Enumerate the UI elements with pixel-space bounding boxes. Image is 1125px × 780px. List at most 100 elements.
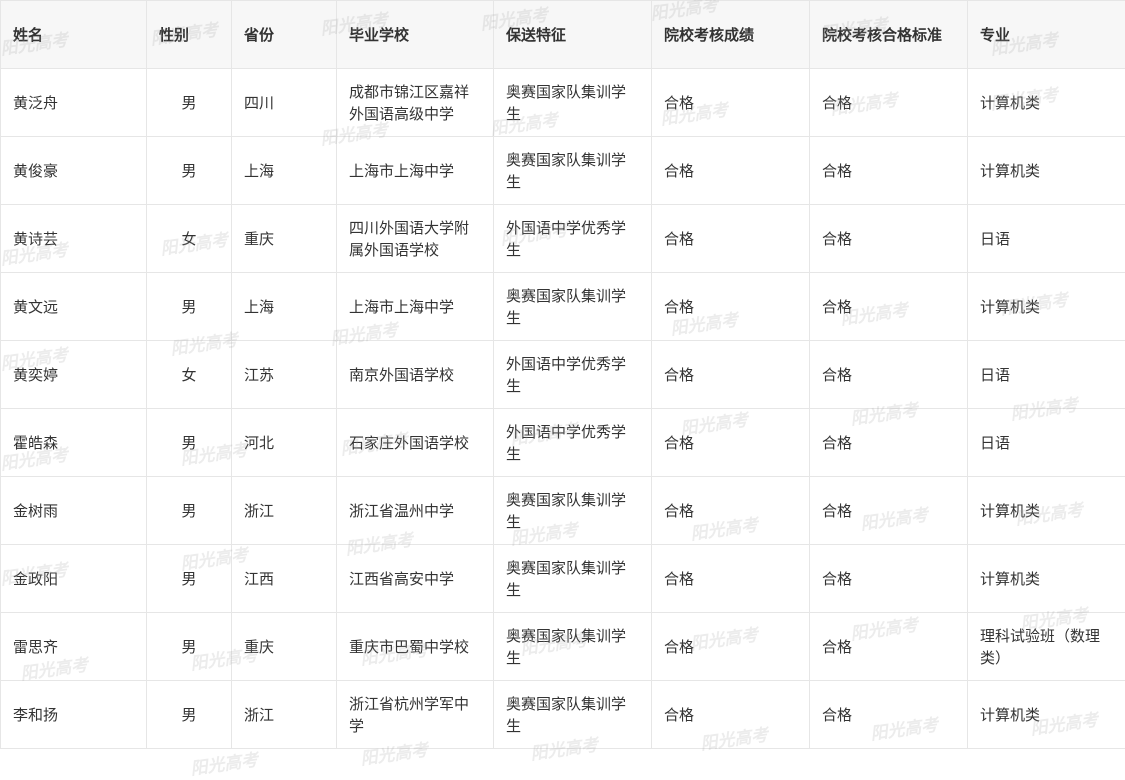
cell-province: 浙江 xyxy=(232,477,337,545)
watermark-text: 阳光高考 xyxy=(189,745,260,779)
cell-feature: 外国语中学优秀学生 xyxy=(494,341,652,409)
cell-feature: 奥赛国家队集训学生 xyxy=(494,69,652,137)
cell-feature: 奥赛国家队集训学生 xyxy=(494,477,652,545)
cell-standard: 合格 xyxy=(810,205,968,273)
cell-major: 日语 xyxy=(968,409,1125,477)
cell-feature: 外国语中学优秀学生 xyxy=(494,205,652,273)
column-header-school: 毕业学校 xyxy=(337,1,494,69)
cell-standard: 合格 xyxy=(810,137,968,205)
cell-standard: 合格 xyxy=(810,681,968,749)
cell-name: 黄奕婷 xyxy=(1,341,147,409)
column-header-gender: 性别 xyxy=(147,1,232,69)
table-row: 黄俊豪男上海上海市上海中学奥赛国家队集训学生合格合格计算机类 xyxy=(1,137,1125,205)
cell-name: 雷思齐 xyxy=(1,613,147,681)
cell-feature: 奥赛国家队集训学生 xyxy=(494,137,652,205)
table-body: 黄泛舟男四川成都市锦江区嘉祥外国语高级中学奥赛国家队集训学生合格合格计算机类黄俊… xyxy=(1,69,1125,749)
cell-gender: 男 xyxy=(147,273,232,341)
cell-province: 江西 xyxy=(232,545,337,613)
table-row: 金树雨男浙江浙江省温州中学奥赛国家队集训学生合格合格计算机类 xyxy=(1,477,1125,545)
cell-major: 日语 xyxy=(968,205,1125,273)
cell-score: 合格 xyxy=(652,273,810,341)
cell-school: 成都市锦江区嘉祥外国语高级中学 xyxy=(337,69,494,137)
cell-gender: 男 xyxy=(147,409,232,477)
cell-name: 李和扬 xyxy=(1,681,147,749)
table-row: 李和扬男浙江浙江省杭州学军中学奥赛国家队集训学生合格合格计算机类 xyxy=(1,681,1125,749)
cell-province: 四川 xyxy=(232,69,337,137)
cell-score: 合格 xyxy=(652,545,810,613)
cell-gender: 女 xyxy=(147,341,232,409)
cell-school: 江西省高安中学 xyxy=(337,545,494,613)
cell-feature: 奥赛国家队集训学生 xyxy=(494,545,652,613)
cell-feature: 奥赛国家队集训学生 xyxy=(494,681,652,749)
cell-major: 计算机类 xyxy=(968,545,1125,613)
cell-gender: 男 xyxy=(147,477,232,545)
column-header-feature: 保送特征 xyxy=(494,1,652,69)
cell-province: 上海 xyxy=(232,137,337,205)
cell-major: 计算机类 xyxy=(968,681,1125,749)
column-header-score: 院校考核成绩 xyxy=(652,1,810,69)
column-header-name: 姓名 xyxy=(1,1,147,69)
cell-score: 合格 xyxy=(652,409,810,477)
cell-gender: 女 xyxy=(147,205,232,273)
column-header-major: 专业 xyxy=(968,1,1125,69)
cell-standard: 合格 xyxy=(810,545,968,613)
cell-standard: 合格 xyxy=(810,69,968,137)
cell-standard: 合格 xyxy=(810,273,968,341)
cell-gender: 男 xyxy=(147,613,232,681)
table-row: 雷思齐男重庆重庆市巴蜀中学校奥赛国家队集训学生合格合格理科试验班（数理类） xyxy=(1,613,1125,681)
admissions-table: 姓名性别省份毕业学校保送特征院校考核成绩院校考核合格标准专业 黄泛舟男四川成都市… xyxy=(0,0,1125,749)
table-row: 黄泛舟男四川成都市锦江区嘉祥外国语高级中学奥赛国家队集训学生合格合格计算机类 xyxy=(1,69,1125,137)
cell-name: 黄泛舟 xyxy=(1,69,147,137)
cell-major: 理科试验班（数理类） xyxy=(968,613,1125,681)
cell-feature: 奥赛国家队集训学生 xyxy=(494,613,652,681)
cell-standard: 合格 xyxy=(810,477,968,545)
cell-standard: 合格 xyxy=(810,613,968,681)
cell-standard: 合格 xyxy=(810,341,968,409)
cell-province: 江苏 xyxy=(232,341,337,409)
cell-major: 日语 xyxy=(968,341,1125,409)
cell-school: 石家庄外国语学校 xyxy=(337,409,494,477)
cell-gender: 男 xyxy=(147,69,232,137)
cell-standard: 合格 xyxy=(810,409,968,477)
column-header-province: 省份 xyxy=(232,1,337,69)
column-header-standard: 院校考核合格标准 xyxy=(810,1,968,69)
cell-score: 合格 xyxy=(652,137,810,205)
cell-feature: 奥赛国家队集训学生 xyxy=(494,273,652,341)
cell-name: 黄诗芸 xyxy=(1,205,147,273)
cell-gender: 男 xyxy=(147,681,232,749)
cell-province: 重庆 xyxy=(232,205,337,273)
cell-school: 四川外国语大学附属外国语学校 xyxy=(337,205,494,273)
cell-school: 重庆市巴蜀中学校 xyxy=(337,613,494,681)
cell-province: 重庆 xyxy=(232,613,337,681)
cell-major: 计算机类 xyxy=(968,137,1125,205)
cell-score: 合格 xyxy=(652,205,810,273)
cell-name: 金树雨 xyxy=(1,477,147,545)
cell-score: 合格 xyxy=(652,341,810,409)
table-row: 霍皓森男河北石家庄外国语学校外国语中学优秀学生合格合格日语 xyxy=(1,409,1125,477)
cell-feature: 外国语中学优秀学生 xyxy=(494,409,652,477)
cell-score: 合格 xyxy=(652,69,810,137)
table-row: 黄诗芸女重庆四川外国语大学附属外国语学校外国语中学优秀学生合格合格日语 xyxy=(1,205,1125,273)
cell-school: 上海市上海中学 xyxy=(337,137,494,205)
cell-name: 霍皓森 xyxy=(1,409,147,477)
cell-major: 计算机类 xyxy=(968,477,1125,545)
cell-province: 上海 xyxy=(232,273,337,341)
table-row: 金政阳男江西江西省高安中学奥赛国家队集训学生合格合格计算机类 xyxy=(1,545,1125,613)
cell-score: 合格 xyxy=(652,613,810,681)
cell-major: 计算机类 xyxy=(968,69,1125,137)
cell-name: 黄俊豪 xyxy=(1,137,147,205)
cell-gender: 男 xyxy=(147,137,232,205)
cell-school: 浙江省温州中学 xyxy=(337,477,494,545)
cell-province: 浙江 xyxy=(232,681,337,749)
cell-school: 南京外国语学校 xyxy=(337,341,494,409)
cell-score: 合格 xyxy=(652,477,810,545)
header-row: 姓名性别省份毕业学校保送特征院校考核成绩院校考核合格标准专业 xyxy=(1,1,1125,69)
cell-gender: 男 xyxy=(147,545,232,613)
cell-score: 合格 xyxy=(652,681,810,749)
table-row: 黄奕婷女江苏南京外国语学校外国语中学优秀学生合格合格日语 xyxy=(1,341,1125,409)
cell-name: 黄文远 xyxy=(1,273,147,341)
cell-name: 金政阳 xyxy=(1,545,147,613)
cell-school: 上海市上海中学 xyxy=(337,273,494,341)
cell-major: 计算机类 xyxy=(968,273,1125,341)
table-row: 黄文远男上海上海市上海中学奥赛国家队集训学生合格合格计算机类 xyxy=(1,273,1125,341)
